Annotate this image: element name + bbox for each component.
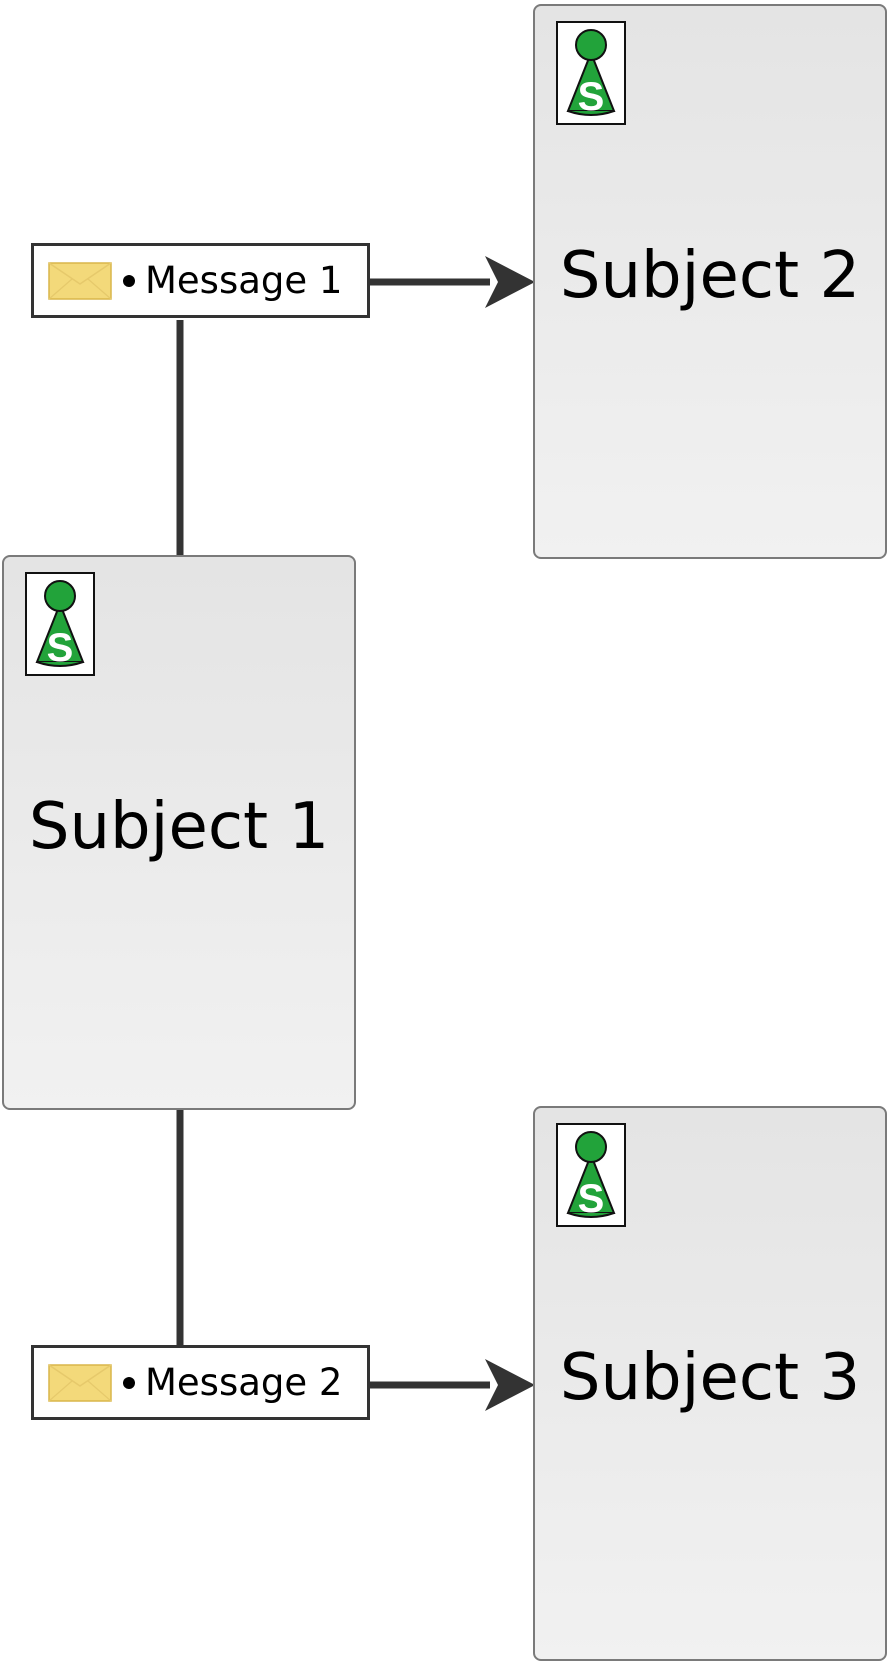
subject-label: Subject 1 bbox=[28, 790, 330, 864]
message-bullet bbox=[123, 274, 135, 287]
subject-icon-letter: S bbox=[578, 1177, 605, 1221]
diagram-canvas: S Subject 2 S Subject 1 S Subject 3 Mess… bbox=[0, 0, 888, 1663]
envelope-icon bbox=[48, 261, 112, 300]
message-bullet bbox=[123, 1376, 135, 1389]
subject-box-3[interactable]: S Subject 3 bbox=[533, 1106, 887, 1661]
subject-icon-letter: S bbox=[47, 626, 74, 670]
subject-person-icon: S bbox=[556, 1123, 626, 1227]
arrowhead-to-subject3 bbox=[485, 1359, 535, 1411]
message-box-2[interactable]: Message 2 bbox=[31, 1345, 370, 1420]
subject-box-2[interactable]: S Subject 2 bbox=[533, 4, 887, 559]
subject-person-icon: S bbox=[556, 21, 626, 125]
message-label: Message 1 bbox=[145, 258, 343, 302]
envelope-icon bbox=[48, 1363, 112, 1402]
subject-label: Subject 2 bbox=[559, 239, 861, 313]
message-box-1[interactable]: Message 1 bbox=[31, 243, 370, 318]
subject-person-icon: S bbox=[25, 572, 95, 676]
subject-label: Subject 3 bbox=[559, 1341, 861, 1415]
message-label: Message 2 bbox=[145, 1360, 343, 1404]
subject-icon-letter: S bbox=[578, 75, 605, 119]
subject-box-1[interactable]: S Subject 1 bbox=[2, 555, 356, 1110]
arrowhead-to-subject2 bbox=[485, 256, 535, 308]
